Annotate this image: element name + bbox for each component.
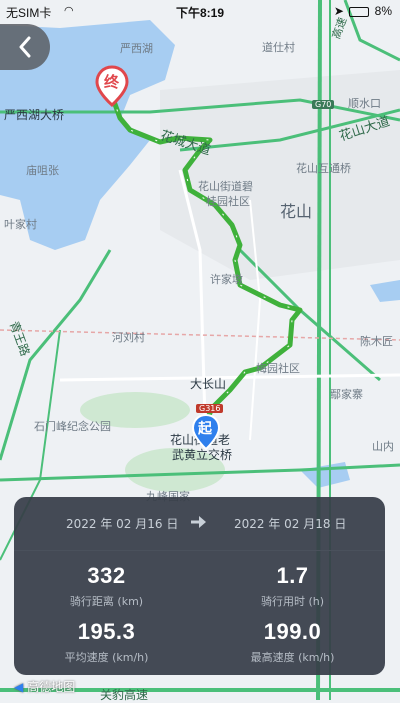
start-marker-label: 起 xyxy=(198,421,212,437)
max-speed-value: 199.0 xyxy=(263,619,322,644)
end-date: 2022 年 02 月18 日 xyxy=(234,517,347,531)
highway-shield-g70: G70 xyxy=(312,100,335,109)
battery-group: ➤ 8% xyxy=(334,4,392,18)
map-label: 山内 xyxy=(372,440,394,453)
max-speed-stat: 199.0 最高速度 (km/h) xyxy=(200,619,385,665)
map-label: 梅园社区 xyxy=(256,362,300,375)
chevron-left-icon xyxy=(19,36,31,58)
map-label: 鄢家寨 xyxy=(330,388,363,401)
duration-value: 1.7 xyxy=(276,563,309,588)
map-label: 许家墩 xyxy=(210,273,243,286)
arrow-right-icon xyxy=(188,514,210,534)
start-marker[interactable]: 起 xyxy=(191,413,221,455)
map-label: 花山街道碧 xyxy=(198,180,253,193)
battery-icon xyxy=(349,6,370,17)
duration-stat: 1.7 骑行用时 (h) xyxy=(200,563,385,609)
distance-label: 骑行距离 (km) xyxy=(69,595,144,608)
amap-logo-text: 高德地图 xyxy=(27,680,76,694)
map-label: 严西湖 xyxy=(120,42,153,55)
distance-stat: 332 骑行距离 (km) xyxy=(14,563,199,609)
highway-shield-g316: G316 xyxy=(196,404,224,413)
avg-speed-stat: 195.3 平均速度 (km/h) xyxy=(14,619,199,665)
status-bar: 无SIM卡 ◠ 下午8:19 ➤ 8% xyxy=(0,0,400,22)
battery-percent: 8% xyxy=(374,4,392,18)
map-label: 桂园社区 xyxy=(206,195,250,208)
map-label: 大长山 xyxy=(190,377,227,391)
map-label: 石门峰纪念公园 xyxy=(34,420,111,433)
location-icon: ➤ xyxy=(333,4,344,18)
amap-logo-icon: ◀ xyxy=(14,679,24,694)
start-date: 2022 年 02 月16 日 xyxy=(66,517,179,531)
map-label: 顺水口 xyxy=(348,97,381,110)
end-marker-label: 终 xyxy=(104,73,120,91)
avg-speed-value: 195.3 xyxy=(77,619,136,644)
duration-label: 骑行用时 (h) xyxy=(260,595,325,608)
divider xyxy=(14,550,385,551)
map-label: 河刘村 xyxy=(112,331,145,344)
map-label: 叶家村 xyxy=(4,218,37,231)
distance-value: 332 xyxy=(87,563,126,588)
max-speed-label: 最高速度 (km/h) xyxy=(250,651,335,664)
map-label: 花山 xyxy=(280,202,313,221)
ride-summary-panel: 2022 年 02 月16 日 2022 年 02 月18 日 332 骑行距离… xyxy=(14,497,385,675)
date-range: 2022 年 02 月16 日 2022 年 02 月18 日 xyxy=(14,497,385,551)
amap-logo: ◀ 高德地图 xyxy=(14,678,75,695)
avg-speed-label: 平均速度 (km/h) xyxy=(64,651,149,664)
road-label: 关豹高速 xyxy=(100,688,149,702)
back-button[interactable] xyxy=(0,24,50,70)
map-label: 严西湖大桥 xyxy=(4,108,65,122)
end-marker[interactable]: 终 xyxy=(95,65,129,111)
map-label: 花山互通桥 xyxy=(296,162,351,175)
map-label: 陈木匠 xyxy=(360,335,393,348)
map-label: 庙咀张 xyxy=(26,164,59,177)
map-label: 道仕村 xyxy=(262,41,295,54)
